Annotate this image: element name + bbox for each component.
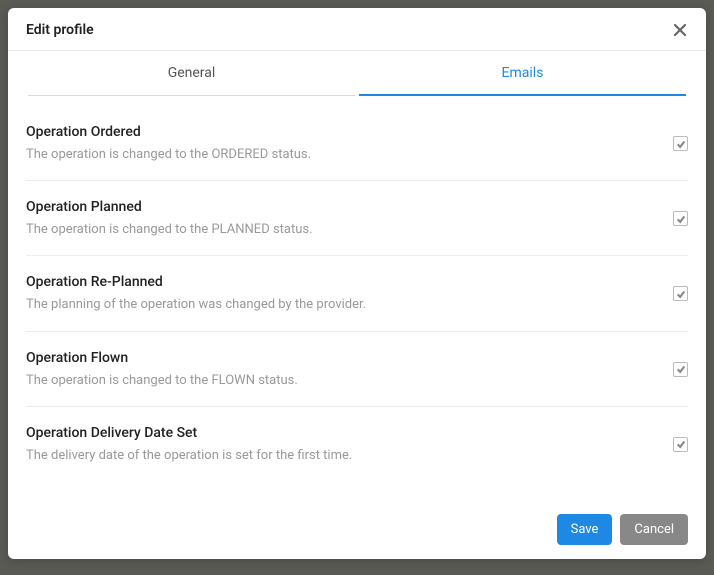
setting-label: Operation Delivery Date Set [26, 425, 653, 441]
tabs: General Emails [8, 50, 706, 96]
check-icon [676, 364, 686, 374]
setting-row-operation-delivery-date-set: Operation Delivery Date Set The delivery… [26, 407, 688, 481]
setting-text: Operation Ordered The operation is chang… [26, 124, 653, 164]
setting-desc: The operation is changed to the FLOWN st… [26, 372, 653, 390]
setting-row-operation-re-planned: Operation Re-Planned The planning of the… [26, 256, 688, 331]
settings-list: Operation Ordered The operation is chang… [8, 96, 706, 502]
setting-row-operation-planned: Operation Planned The operation is chang… [26, 181, 688, 256]
tab-general[interactable]: General [28, 51, 355, 96]
tab-label: General [168, 65, 216, 81]
setting-desc: The operation is changed to the ORDERED … [26, 146, 653, 164]
setting-label: Operation Planned [26, 199, 653, 215]
setting-checkbox[interactable] [673, 136, 688, 151]
setting-label: Operation Flown [26, 350, 653, 366]
modal-header: Edit profile [8, 8, 706, 50]
setting-text: Operation Flown The operation is changed… [26, 350, 653, 390]
check-icon [676, 214, 686, 224]
save-button[interactable]: Save [557, 514, 613, 545]
check-icon [676, 289, 686, 299]
setting-desc: The planning of the operation was change… [26, 296, 653, 314]
modal-footer: Save Cancel [8, 502, 706, 559]
setting-text: Operation Planned The operation is chang… [26, 199, 653, 239]
edit-profile-modal: Edit profile General Emails Operation Or… [8, 8, 706, 559]
setting-row-operation-flown: Operation Flown The operation is changed… [26, 332, 688, 407]
check-icon [676, 439, 686, 449]
setting-checkbox[interactable] [673, 437, 688, 452]
close-icon[interactable] [672, 22, 688, 38]
setting-desc: The delivery date of the operation is se… [26, 447, 653, 465]
cancel-button[interactable]: Cancel [620, 514, 688, 545]
setting-row-operation-ordered: Operation Ordered The operation is chang… [26, 106, 688, 181]
setting-desc: The operation is changed to the PLANNED … [26, 221, 653, 239]
modal-title: Edit profile [26, 22, 94, 38]
setting-checkbox[interactable] [673, 362, 688, 377]
tab-emails[interactable]: Emails [359, 51, 686, 96]
setting-checkbox[interactable] [673, 211, 688, 226]
setting-text: Operation Re-Planned The planning of the… [26, 274, 653, 314]
setting-checkbox[interactable] [673, 286, 688, 301]
tab-label: Emails [502, 65, 544, 81]
setting-text: Operation Delivery Date Set The delivery… [26, 425, 653, 465]
check-icon [676, 139, 686, 149]
setting-label: Operation Ordered [26, 124, 653, 140]
setting-label: Operation Re-Planned [26, 274, 653, 290]
